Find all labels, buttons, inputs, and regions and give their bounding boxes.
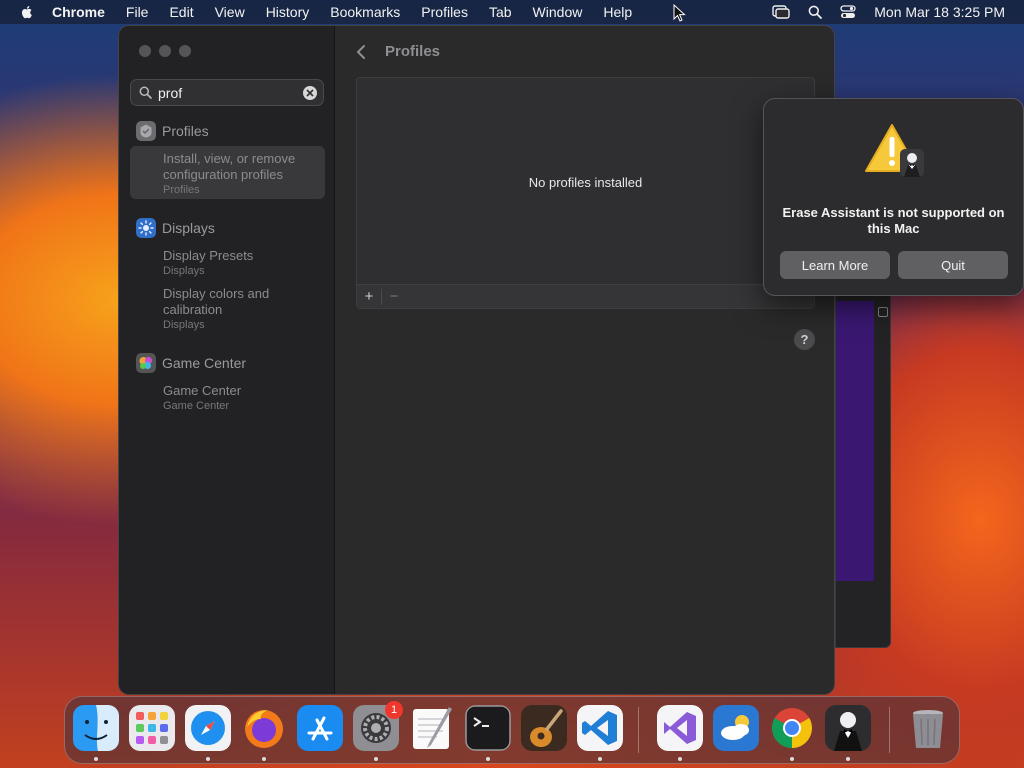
page-title: Profiles	[385, 43, 441, 60]
dock: 1	[64, 696, 960, 764]
back-chevron-icon[interactable]	[355, 43, 367, 61]
search-input[interactable]: prof	[130, 79, 324, 106]
finder-icon[interactable]	[73, 705, 119, 751]
running-indicator	[598, 757, 602, 761]
empty-state-text: No profiles installed	[528, 175, 643, 190]
alert-message: Erase Assistant is not supported on this…	[782, 205, 1005, 236]
window-controls	[139, 45, 191, 57]
mouse-cursor-icon	[673, 4, 686, 22]
search-result-subtitle: Displays	[163, 319, 205, 331]
remove-profile-button[interactable]: −	[382, 288, 406, 305]
clear-search-icon[interactable]	[303, 86, 317, 100]
system-settings-window: prof Profiles Install, view, or remove c…	[118, 25, 835, 695]
close-window-button[interactable]	[139, 45, 151, 57]
running-indicator	[486, 757, 490, 761]
search-result-title: Install, view, or remove configuration p…	[163, 151, 296, 182]
notification-badge: 1	[385, 701, 403, 719]
search-group-profiles: Profiles	[136, 121, 209, 141]
background-window	[835, 290, 891, 648]
settings-sidebar: prof Profiles Install, view, or remove c…	[119, 26, 335, 694]
launchpad-icon[interactable]	[129, 705, 175, 751]
background-window-content	[836, 301, 874, 581]
terminal-icon[interactable]	[465, 705, 511, 751]
search-result-title: Game Center	[163, 383, 242, 398]
minimize-window-button[interactable]	[159, 45, 171, 57]
erase-assistant-alert: Erase Assistant is not supported on this…	[763, 98, 1024, 296]
menu-file[interactable]: File	[126, 4, 149, 20]
screen-mirroring-icon[interactable]	[772, 5, 790, 19]
google-chrome-icon[interactable]	[769, 705, 815, 751]
search-result-install-profiles[interactable]: Install, view, or remove configuration p…	[163, 151, 318, 197]
search-result-display-colors[interactable]: Display colors and calibration Displays	[163, 286, 303, 332]
safari-icon[interactable]	[185, 705, 231, 751]
weather-icon[interactable]	[713, 705, 759, 751]
search-result-display-presets[interactable]: Display Presets Displays	[163, 248, 313, 278]
menu-tab[interactable]: Tab	[489, 4, 512, 20]
menu-window[interactable]: Window	[533, 4, 583, 20]
profiles-list: No profiles installed + −	[356, 77, 815, 309]
apple-menu-icon[interactable]	[19, 4, 35, 20]
background-window-control-icon	[878, 307, 888, 317]
dock-separator	[638, 707, 639, 753]
vscode-icon[interactable]	[577, 705, 623, 751]
running-indicator	[678, 757, 682, 761]
search-group-game-center: Game Center	[136, 353, 246, 373]
garageband-icon[interactable]	[521, 705, 567, 751]
running-indicator	[94, 757, 98, 761]
warning-icon	[865, 124, 924, 177]
visual-studio-icon[interactable]	[657, 705, 703, 751]
running-indicator	[206, 757, 210, 761]
bartender-icon[interactable]	[825, 705, 871, 751]
help-button[interactable]: ?	[794, 329, 815, 350]
search-icon	[139, 86, 152, 99]
zoom-window-button[interactable]	[179, 45, 191, 57]
list-toolbar: + −	[357, 284, 814, 308]
displays-icon	[136, 218, 156, 238]
settings-content: Profiles No profiles installed + − ?	[335, 26, 834, 694]
menu-history[interactable]: History	[266, 4, 310, 20]
search-result-subtitle: Displays	[163, 265, 205, 277]
bartender-app-badge-icon	[900, 149, 924, 177]
search-result-game-center[interactable]: Game Center Game Center	[163, 383, 313, 413]
game-center-icon	[136, 353, 156, 373]
dock-separator	[889, 707, 890, 753]
search-group-label: Game Center	[162, 355, 247, 371]
search-result-subtitle: Profiles	[163, 184, 200, 196]
running-indicator	[846, 757, 850, 761]
learn-more-button[interactable]: Learn More	[780, 251, 890, 279]
quit-button[interactable]: Quit	[898, 251, 1008, 279]
app-store-icon[interactable]	[297, 705, 343, 751]
control-center-icon[interactable]	[840, 5, 856, 19]
search-result-title: Display colors and calibration	[163, 286, 270, 317]
running-indicator	[374, 757, 378, 761]
search-group-displays: Displays	[136, 218, 215, 238]
add-profile-button[interactable]: +	[357, 288, 381, 305]
menu-chrome[interactable]: Chrome	[52, 4, 105, 20]
profiles-icon	[136, 121, 156, 141]
trash-icon[interactable]	[905, 705, 951, 751]
menu-edit[interactable]: Edit	[169, 4, 193, 20]
running-indicator	[790, 757, 794, 761]
search-result-title: Display Presets	[163, 248, 254, 263]
menu-help[interactable]: Help	[603, 4, 632, 20]
running-indicator	[262, 757, 266, 761]
menu-bar: Chrome File Edit View History Bookmarks …	[0, 0, 1024, 24]
menu-profiles[interactable]: Profiles	[421, 4, 468, 20]
menu-bookmarks[interactable]: Bookmarks	[330, 4, 400, 20]
menu-clock[interactable]: Mon Mar 18 3:25 PM	[874, 4, 1005, 20]
search-input-value: prof	[158, 84, 183, 101]
search-group-label: Displays	[162, 220, 215, 236]
menu-view[interactable]: View	[215, 4, 245, 20]
firefox-icon[interactable]	[241, 705, 287, 751]
search-result-subtitle: Game Center	[163, 400, 230, 412]
search-group-label: Profiles	[162, 123, 209, 139]
spotlight-search-icon[interactable]	[808, 5, 823, 19]
textedit-icon[interactable]	[409, 705, 455, 751]
